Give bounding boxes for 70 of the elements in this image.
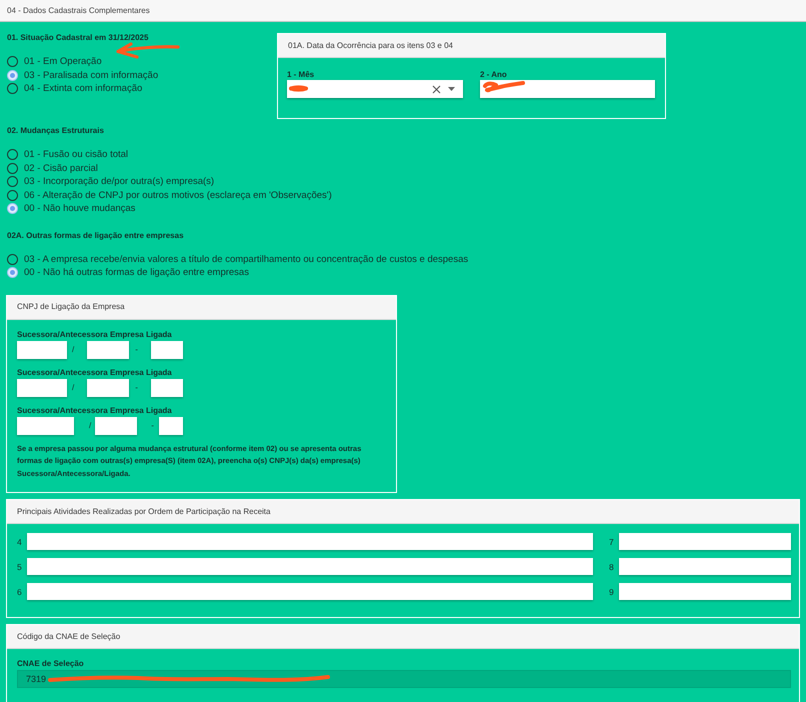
section-title: 02A. Outras formas de ligação entre empresas [7, 230, 184, 240]
activity-input[interactable] [27, 533, 593, 550]
field-label: 1 - Mês [287, 70, 314, 79]
radio-button[interactable] [7, 83, 18, 94]
field-label: 2 - Ano [480, 70, 507, 79]
row-number: 8 [609, 562, 615, 572]
radio-button[interactable] [7, 267, 18, 278]
scribble-icon [289, 85, 308, 92]
panel-title: Principais Atividades Realizadas por Ordem de Participação na Receita [17, 506, 270, 516]
cnpj-input[interactable] [87, 340, 130, 358]
radio-button[interactable] [7, 149, 18, 160]
activity-input[interactable] [619, 583, 791, 600]
cnpj-input[interactable] [95, 416, 138, 434]
option-label: 06 - Alteração de CNPJ por outros motivos (esclareça em 'Observações') [24, 190, 332, 201]
cnpj-input[interactable] [17, 378, 67, 396]
option-label: 03 - A empresa recebe/envia valores a título de compartilhamento ou concentração de custos e despesas [24, 254, 468, 265]
scribble-icon [48, 674, 330, 683]
separator-label: - [135, 345, 138, 354]
field-label: Sucessora/Antecessora Empresa Ligada [17, 330, 172, 338]
separator-label: - [135, 383, 138, 392]
activity-input[interactable] [619, 533, 791, 550]
panel-title: CNPJ de Ligação da Empresa [17, 302, 125, 312]
radio-button[interactable] [7, 203, 18, 214]
field-label: Sucessora/Antecessora Empresa Ligada [17, 368, 172, 376]
option-label: 02 - Cisão parcial [24, 162, 98, 174]
radio-button[interactable] [7, 190, 18, 201]
cnae-input[interactable]: 7319 [17, 670, 791, 688]
radio-button[interactable] [7, 254, 18, 265]
separator-label: / [72, 345, 74, 354]
row-number: 6 [17, 586, 23, 596]
option-label: 00 - Não houve mudanças [24, 203, 136, 214]
row-number: 4 [17, 536, 23, 546]
cnpj-input[interactable] [158, 416, 183, 434]
section-title: 01. Situação Cadastral em 31/12/2025 [7, 33, 148, 43]
separator-label: / [89, 421, 92, 430]
radio-button[interactable] [7, 176, 18, 188]
cnpj-input[interactable] [150, 340, 183, 358]
panel-title: Código da CNAE de Seleção [17, 632, 120, 642]
page-title: 04 - Dados Cadastrais Complementares [7, 6, 150, 16]
scribble-icon [482, 81, 526, 93]
caret-icon[interactable] [448, 87, 455, 91]
option-label: 04 - Extinta com informação [24, 83, 142, 94]
option-label: 03 - Incorporação de/por outra(s) empresa(s) [24, 176, 214, 188]
option-label: 01 - Fusão ou cisão total [24, 149, 128, 160]
year-input[interactable] [480, 80, 655, 98]
radio-button[interactable] [7, 70, 18, 81]
option-label: 03 - Paralisada com informação [24, 70, 158, 81]
field-label: Sucessora/Antecessora Empresa Ligada [17, 406, 172, 414]
month-select[interactable] [287, 80, 463, 98]
cnpj-input[interactable] [87, 378, 130, 396]
clear-icon[interactable] [432, 84, 441, 94]
activity-input[interactable] [27, 558, 593, 575]
row-number: 9 [609, 586, 615, 596]
field-label: CNAE de Seleção [17, 659, 84, 668]
option-label: 00 - Não há outras formas de ligação entre empresas [24, 267, 249, 278]
radio-button[interactable] [7, 162, 18, 174]
cnpj-input[interactable] [17, 340, 67, 358]
separator-label: - [151, 421, 154, 430]
option-label: 01 - Em Operação [24, 56, 102, 68]
cnpj-input[interactable] [17, 416, 74, 434]
panel-title: 01A. Data da Ocorrência para os itens 03 e 04 [288, 40, 453, 50]
activity-input[interactable] [27, 583, 593, 600]
activity-input[interactable] [619, 558, 791, 575]
row-number: 5 [17, 562, 23, 572]
row-number: 7 [609, 536, 615, 546]
cnpj-input[interactable] [150, 378, 183, 396]
section-title: 02. Mudanças Estruturais [7, 126, 104, 136]
separator-label: / [72, 383, 74, 392]
radio-button[interactable] [7, 56, 18, 68]
arrow-icon [115, 42, 181, 59]
